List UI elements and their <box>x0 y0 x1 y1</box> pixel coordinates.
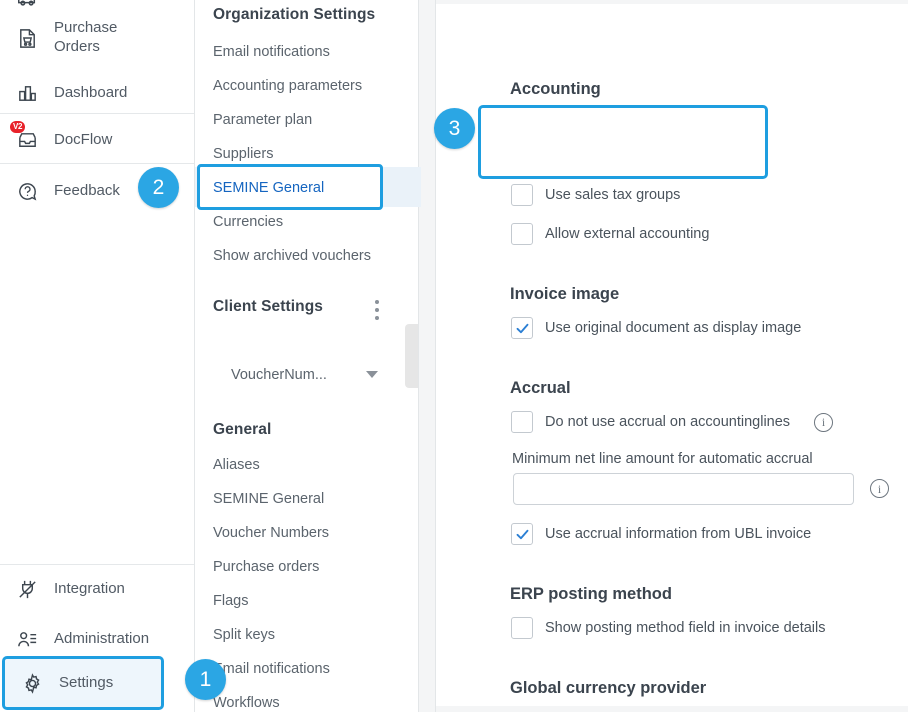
step-badge-3: 3 <box>434 108 475 149</box>
app-root: Purchase Orders Dashboard V2 DocFlow <box>0 0 908 712</box>
settings-nav-currencies[interactable]: Currencies <box>213 214 283 230</box>
no-accrual-row[interactable]: Do not use accrual on accountinglines i <box>511 411 833 433</box>
settings-nav-workflows[interactable]: Workflows <box>213 695 280 711</box>
sidebar-divider <box>0 163 194 164</box>
settings-nav-aliases[interactable]: Aliases <box>213 457 260 473</box>
ubl-accrual-checkbox[interactable] <box>511 523 533 545</box>
settings-nav-parameter-plan[interactable]: Parameter plan <box>213 112 312 128</box>
handle-dot <box>375 300 379 304</box>
settings-nav-split-keys[interactable]: Split keys <box>213 627 275 643</box>
sidebar-item-label: Dashboard <box>54 84 127 103</box>
step-badge-1: 1 <box>185 659 226 700</box>
min-net-amount-input[interactable] <box>513 473 854 505</box>
sidebar-divider <box>0 113 194 114</box>
organization-settings-heading: Organization Settings <box>213 6 375 24</box>
settings-nav-suppliers[interactable]: Suppliers <box>213 146 273 162</box>
general-heading: General <box>213 421 271 439</box>
sidebar-item-label: Settings <box>59 674 113 693</box>
use-sales-tax-groups-row[interactable]: Use sales tax groups <box>511 184 680 206</box>
sidebar-item-docflow[interactable]: V2 DocFlow <box>0 119 194 161</box>
sidebar-item-purchase-orders[interactable]: Purchase Orders <box>0 12 194 64</box>
truncated-icon <box>14 0 40 11</box>
use-sales-tax-groups-label: Use sales tax groups <box>545 187 680 203</box>
min-net-amount-info-icon[interactable]: i <box>870 479 889 498</box>
editing-select-value: VoucherNum... <box>231 367 327 383</box>
accounting-section-title: Accounting <box>510 80 601 99</box>
no-accrual-info-icon[interactable]: i <box>814 413 833 432</box>
docflow-version-badge: V2 <box>10 121 25 133</box>
sidebar-item-label: DocFlow <box>54 131 112 150</box>
use-original-document-label: Use original document as display image <box>545 320 801 336</box>
ubl-accrual-row[interactable]: Use accrual information from UBL invoice <box>511 523 811 545</box>
settings-highlight-box: Settings <box>2 656 164 710</box>
settings-nav-general-email-notifications[interactable]: Email notifications <box>213 661 330 677</box>
allow-external-accounting-label: Allow external accounting <box>545 226 709 242</box>
chevron-down-icon <box>366 371 378 378</box>
sidebar-item-label: Feedback <box>54 182 120 201</box>
docflow-icon: V2 <box>14 127 40 153</box>
settings-nav-email-notifications[interactable]: Email notifications <box>213 44 330 60</box>
editing-client-select[interactable]: VoucherNum... <box>217 358 390 391</box>
sidebar-item-label: Administration <box>54 630 149 649</box>
global-currency-section-title: Global currency provider <box>510 679 706 698</box>
sidebar-item-label: Purchase Orders <box>54 19 149 57</box>
no-accrual-checkbox[interactable] <box>511 411 533 433</box>
settings-nav-show-archived-vouchers[interactable]: Show archived vouchers <box>213 248 371 264</box>
administration-icon <box>14 626 40 652</box>
sidebar-divider <box>0 564 194 565</box>
allow-external-accounting-checkbox[interactable] <box>511 223 533 245</box>
handle-dot <box>375 308 379 312</box>
handle-dot <box>375 316 379 320</box>
dashboard-icon <box>14 80 40 106</box>
min-net-amount-label: Minimum net line amount for automatic ac… <box>512 451 813 467</box>
sidebar-item-administration[interactable]: Administration <box>0 618 194 660</box>
content-bottom-band <box>436 706 908 712</box>
show-posting-method-checkbox[interactable] <box>511 617 533 639</box>
client-settings-heading: Client Settings <box>213 298 323 316</box>
purchase-orders-icon <box>14 25 40 51</box>
settings-nav-accounting-parameters[interactable]: Accounting parameters <box>213 78 362 94</box>
integration-icon <box>14 576 40 602</box>
show-posting-method-label: Show posting method field in invoice det… <box>545 620 826 636</box>
use-sales-tax-groups-checkbox[interactable] <box>511 184 533 206</box>
settings-nav-semine-general[interactable]: SEMINE General <box>213 180 324 196</box>
closing-date-highlight-box <box>478 105 768 179</box>
allow-external-accounting-row[interactable]: Allow external accounting <box>511 223 709 245</box>
use-original-document-row[interactable]: Use original document as display image <box>511 317 801 339</box>
sidebar-item-dashboard[interactable]: Dashboard <box>0 72 194 114</box>
settings-nav-purchase-orders[interactable]: Purchase orders <box>213 559 319 575</box>
erp-posting-section-title: ERP posting method <box>510 585 672 604</box>
settings-nav-voucher-numbers[interactable]: Voucher Numbers <box>213 525 329 541</box>
settings-nav-general-semine-general[interactable]: SEMINE General <box>213 491 324 507</box>
gear-icon <box>19 670 45 696</box>
ubl-accrual-label: Use accrual information from UBL invoice <box>545 526 811 542</box>
primary-sidebar: Purchase Orders Dashboard V2 DocFlow <box>0 0 195 712</box>
panel-resize-handle[interactable] <box>375 300 379 320</box>
use-original-document-checkbox[interactable] <box>511 317 533 339</box>
settings-nav-flags[interactable]: Flags <box>213 593 248 609</box>
invoice-image-section-title: Invoice image <box>510 285 619 304</box>
no-accrual-label: Do not use accrual on accountinglines <box>545 414 790 430</box>
sidebar-item-settings[interactable]: Settings <box>5 659 161 707</box>
accrual-section-title: Accrual <box>510 379 571 398</box>
editing-context-card: You Are Editing: <box>405 324 418 388</box>
show-posting-method-row[interactable]: Show posting method field in invoice det… <box>511 617 826 639</box>
panel-gap <box>418 0 435 712</box>
settings-nav-panel: Organization Settings Email notification… <box>195 0 418 712</box>
step-badge-2: 2 <box>138 167 179 208</box>
sidebar-item-integration[interactable]: Integration <box>0 568 194 610</box>
sidebar-item-label: Integration <box>54 580 125 599</box>
feedback-icon <box>14 178 40 204</box>
content-top-band <box>436 0 908 4</box>
